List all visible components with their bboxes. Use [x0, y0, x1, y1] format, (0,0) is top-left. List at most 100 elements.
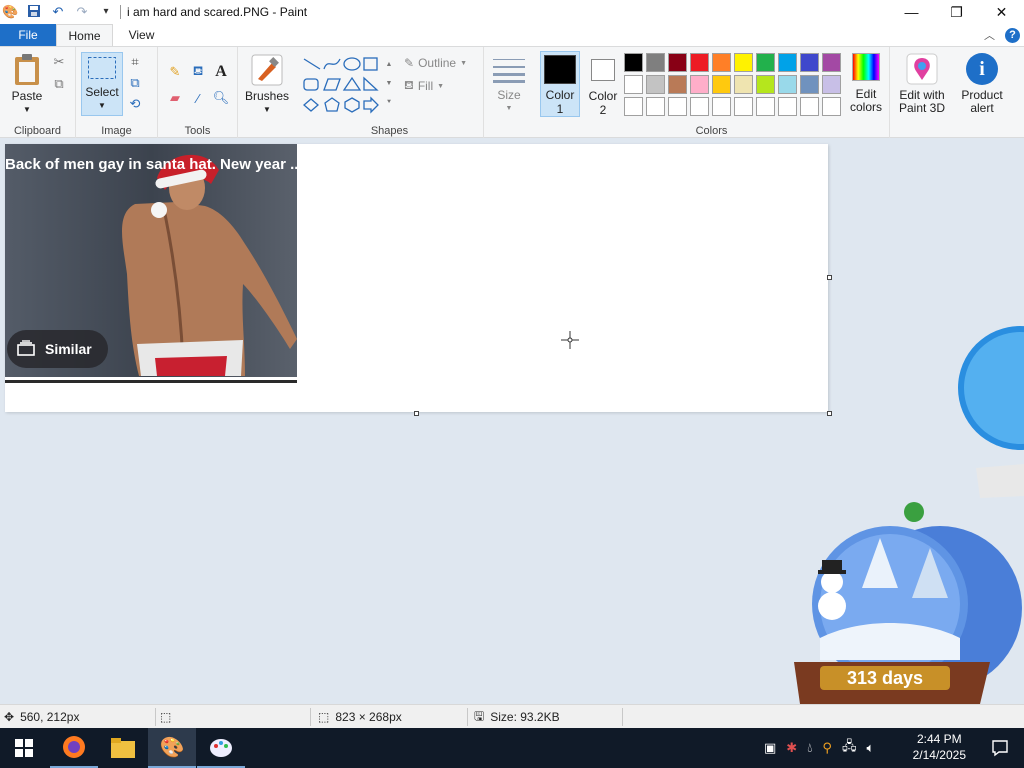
tab-file[interactable]: File	[0, 24, 56, 46]
notifications-button[interactable]	[976, 728, 1024, 768]
network-icon[interactable]: 🖧︎	[842, 737, 857, 759]
tray-search-icon[interactable]: ⚲	[822, 740, 832, 756]
palette-swatch[interactable]	[646, 97, 665, 116]
taskbar-paint-3d[interactable]	[197, 728, 245, 768]
palette-swatch[interactable]	[624, 97, 643, 116]
palette-swatch[interactable]	[756, 75, 775, 94]
status-separator	[622, 708, 623, 726]
select-button[interactable]: Select ▼	[81, 52, 123, 116]
palette-swatch[interactable]	[778, 53, 797, 72]
copy-icon[interactable]: ⧉	[50, 75, 68, 93]
start-button[interactable]	[0, 728, 48, 768]
brushes-button[interactable]: Brushes ▼	[244, 53, 290, 116]
tab-view[interactable]: View	[113, 24, 170, 46]
paint3d-button[interactable]: Edit with Paint 3D	[894, 53, 950, 115]
size-button[interactable]: Size ▼	[490, 57, 528, 115]
clock[interactable]: 2:44 PM 2/14/2025	[913, 731, 966, 763]
palette-swatch[interactable]	[646, 53, 665, 72]
fill-button[interactable]: ⛾ Fill ▼	[404, 78, 444, 94]
palette-swatch[interactable]	[734, 97, 753, 116]
drawing-canvas[interactable]: Back of men gay in santa hat. New year .…	[5, 144, 828, 412]
taskbar-file-explorer[interactable]	[99, 728, 147, 768]
palette-swatch[interactable]	[668, 97, 687, 116]
collapse-ribbon-icon[interactable]: ︿	[984, 27, 995, 43]
palette-swatch[interactable]	[822, 53, 841, 72]
palette-swatch[interactable]	[668, 75, 687, 94]
resize-handle-right[interactable]	[827, 275, 832, 280]
outline-dropdown-icon: ▼	[460, 59, 468, 67]
product-alert-button[interactable]: i Product alert	[956, 53, 1008, 115]
paste-dropdown-icon[interactable]: ▼	[23, 103, 31, 116]
similar-button: Similar	[7, 330, 108, 368]
shapes-scroll[interactable]: ▲ ▼ ⯆	[384, 55, 394, 113]
palette-swatch[interactable]	[690, 53, 709, 72]
tab-home[interactable]: Home	[56, 24, 113, 46]
product-alert-label-line2: alert	[970, 101, 994, 115]
select-dropdown-icon[interactable]: ▼	[98, 99, 106, 112]
volume-icon[interactable]: 🔈︎	[866, 740, 874, 756]
palette-swatch[interactable]	[690, 75, 709, 94]
cut-icon[interactable]: ✂	[50, 53, 68, 71]
palette-swatch[interactable]	[756, 97, 775, 116]
palette-swatch[interactable]	[690, 97, 709, 116]
crop-icon[interactable]: ⌗	[126, 53, 144, 71]
palette-swatch[interactable]	[800, 97, 819, 116]
size-group: Size ▼	[484, 47, 534, 139]
color-picker-icon[interactable]: ⁄	[189, 89, 207, 107]
pencil-icon[interactable]: ✎	[166, 63, 184, 81]
status-bar: ✥ 560, 212px ⬚ ⬚ 823 × 268px 🖫 Size: 93.…	[0, 704, 1024, 728]
palette-swatch[interactable]	[734, 75, 753, 94]
palette-swatch[interactable]	[624, 75, 643, 94]
brushes-dropdown-icon[interactable]: ▼	[263, 103, 271, 116]
eraser-icon[interactable]: ▰	[166, 89, 184, 107]
palette-swatch[interactable]	[778, 75, 797, 94]
resize-handle-bottom[interactable]	[414, 411, 419, 416]
help-icon[interactable]: ?	[1005, 27, 1020, 43]
save-icon[interactable]	[26, 4, 42, 20]
outline-button[interactable]: ✎ Outline ▼	[404, 56, 467, 70]
magnifier-icon[interactable]: 🔍︎	[212, 89, 230, 107]
paint-app-icon[interactable]: 🎨	[2, 4, 18, 20]
line-size-icon	[493, 59, 525, 83]
palette-swatch[interactable]	[822, 97, 841, 116]
ribbon-right-controls: ︿ ?	[984, 27, 1020, 43]
undo-icon[interactable]: ↶	[50, 4, 66, 20]
palette-swatch[interactable]	[624, 53, 643, 72]
color2-button[interactable]: Color 2	[584, 51, 622, 117]
rainbow-icon	[852, 53, 880, 81]
maximize-button[interactable]: ❐	[934, 0, 979, 24]
redo-icon[interactable]: ↷	[74, 4, 90, 20]
tray-app-icon[interactable]: ▣	[764, 740, 776, 756]
palette-swatch[interactable]	[712, 75, 731, 94]
color1-button[interactable]: Color 1	[540, 51, 580, 117]
size-dropdown-icon: ▼	[505, 105, 513, 112]
taskbar-firefox[interactable]	[50, 728, 98, 768]
text-icon[interactable]: A	[212, 63, 230, 81]
canvas-area[interactable]: Back of men gay in santa hat. New year .…	[0, 138, 1024, 704]
palette-swatch[interactable]	[712, 97, 731, 116]
rotate-icon[interactable]: ⟲	[126, 95, 144, 113]
customize-quick-access-icon[interactable]: ▾	[98, 4, 114, 20]
palette-swatch[interactable]	[712, 53, 731, 72]
palette-swatch[interactable]	[646, 75, 665, 94]
palette-swatch[interactable]	[800, 53, 819, 72]
tray-drop-icon[interactable]: 💧︎	[807, 740, 812, 756]
windows-logo-icon	[15, 739, 33, 757]
colors-group-label: Colors	[695, 125, 728, 137]
shapes-gallery[interactable]	[302, 55, 394, 115]
minimize-button[interactable]: —	[889, 0, 934, 24]
taskbar-paint[interactable]: 🎨	[148, 728, 196, 768]
palette-swatch[interactable]	[778, 97, 797, 116]
fill-bucket-icon[interactable]: ⛾	[189, 63, 207, 81]
edit-colors-button[interactable]: Edit colors	[846, 53, 886, 114]
tray-settings-icon[interactable]: ✱	[786, 740, 797, 756]
palette-swatch[interactable]	[734, 53, 753, 72]
palette-swatch[interactable]	[822, 75, 841, 94]
file-size: 🖫 Size: 93.2KB	[474, 705, 560, 729]
close-button[interactable]: ✕	[979, 0, 1024, 24]
palette-swatch[interactable]	[668, 53, 687, 72]
resize-icon[interactable]: ⧉	[126, 74, 144, 92]
paste-button[interactable]: Paste ▼	[8, 53, 46, 116]
palette-swatch[interactable]	[756, 53, 775, 72]
palette-swatch[interactable]	[800, 75, 819, 94]
